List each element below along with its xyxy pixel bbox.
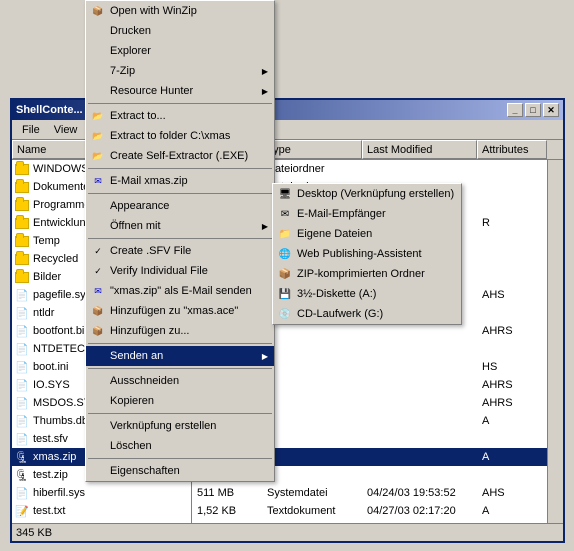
cm-my-documents[interactable]: 📁 Eigene Dateien xyxy=(273,224,461,244)
separator xyxy=(88,413,272,414)
close-button[interactable]: ✕ xyxy=(543,103,559,117)
cm-explorer[interactable]: Explorer xyxy=(86,41,274,61)
folder-icon: 📁 xyxy=(277,226,293,242)
file-icon: 📄 xyxy=(14,395,30,411)
scrollbar[interactable] xyxy=(547,160,563,530)
cm-cut[interactable]: Ausschneiden xyxy=(86,371,274,391)
cm-add-ace[interactable]: 📦 Hinzufügen zu "xmas.ace" xyxy=(86,301,274,321)
verify-icon: ✓ xyxy=(90,263,106,279)
file-icon: 📄 xyxy=(14,485,30,501)
sfv-icon: ✓ xyxy=(90,243,106,259)
separator xyxy=(88,343,272,344)
separator xyxy=(88,168,272,169)
desktop-icon: 🖥 xyxy=(277,186,293,202)
cm-open-with[interactable]: Öffnen mit ▶ xyxy=(86,216,274,236)
zip-folder-icon: 📦 xyxy=(277,266,293,282)
cm-extract-folder[interactable]: 📂 Extract to folder C:\xmas xyxy=(86,126,274,146)
cm-open-winzip[interactable]: 📦 Open with WinZip xyxy=(86,1,274,21)
file-icon: 📄 xyxy=(14,287,30,303)
folder-icon xyxy=(14,215,30,231)
extract-icon: 📂 xyxy=(90,128,106,144)
cm-create-sfv[interactable]: ✓ Create .SFV File xyxy=(86,241,274,261)
table-row: 1,52 KBTextdokument04/27/03 02:17:20A xyxy=(192,502,547,520)
cm-delete[interactable]: Löschen xyxy=(86,436,274,456)
file-icon: 📄 xyxy=(14,341,30,357)
separator xyxy=(88,368,272,369)
folder-icon xyxy=(14,179,30,195)
context-menu-main: 📦 Open with WinZip Drucken Explorer 7-Zi… xyxy=(85,0,275,482)
minimize-button[interactable]: _ xyxy=(507,103,523,117)
list-item[interactable]: 📄 hiberfil.sys xyxy=(12,484,191,502)
file-icon: 📄 xyxy=(14,377,30,393)
col-header-type[interactable]: Type xyxy=(262,140,362,159)
cm-web-publish[interactable]: 🌐 Web Publishing-Assistent xyxy=(273,244,461,264)
zip-icon: 🗜 xyxy=(14,449,30,465)
list-item[interactable]: 📝 test.txt xyxy=(12,502,191,520)
cm-desktop[interactable]: 🖥 Desktop (Verknüpfung erstellen) xyxy=(273,184,461,204)
separator xyxy=(88,238,272,239)
file-icon: 📄 xyxy=(14,413,30,429)
separator xyxy=(88,193,272,194)
col-header-modified[interactable]: Last Modified xyxy=(362,140,477,159)
email-icon: ✉ xyxy=(277,206,293,222)
cm-create-sfx[interactable]: 📂 Create Self-Extractor (.EXE) xyxy=(86,146,274,166)
mail-icon: ✉ xyxy=(90,283,106,299)
file-icon: 📄 xyxy=(14,323,30,339)
file-icon: 📄 xyxy=(14,431,30,447)
submenu-arrow: ▶ xyxy=(262,67,268,76)
cm-cd-drive[interactable]: 💿 CD-Laufwerk (G:) xyxy=(273,304,461,324)
folder-icon xyxy=(14,233,30,249)
cm-email-as[interactable]: ✉ "xmas.zip" als E-Mail senden xyxy=(86,281,274,301)
file-icon: 📄 xyxy=(14,305,30,321)
cm-create-shortcut[interactable]: Verknüpfung erstellen xyxy=(86,416,274,436)
window-title: ShellConte... xyxy=(16,104,83,116)
folder-icon xyxy=(14,161,30,177)
submenu-arrow: ▶ xyxy=(262,222,268,231)
separator xyxy=(88,458,272,459)
status-text: 345 KB xyxy=(16,527,52,539)
folder-icon xyxy=(14,197,30,213)
cm-send-to[interactable]: Senden an ▶ xyxy=(86,346,274,366)
cm-zip-folder[interactable]: 📦 ZIP-komprimierten Ordner xyxy=(273,264,461,284)
sfx-icon: 📂 xyxy=(90,148,106,164)
folder-icon xyxy=(14,269,30,285)
cm-7zip[interactable]: 7-Zip ▶ xyxy=(86,61,274,81)
extract-icon: 📂 xyxy=(90,108,106,124)
cd-icon: 💿 xyxy=(277,306,293,322)
cm-verify[interactable]: ✓ Verify Individual File xyxy=(86,261,274,281)
cm-floppy[interactable]: 💾 3½-Diskette (A:) xyxy=(273,284,461,304)
submenu-arrow: ▶ xyxy=(262,87,268,96)
table-row: 511 MBSystemdatei04/24/03 19:53:52AHS xyxy=(192,484,547,502)
txt-icon: 📝 xyxy=(14,503,30,519)
mail-icon: ✉ xyxy=(90,173,106,189)
cm-email-zip[interactable]: ✉ E-Mail xmas.zip xyxy=(86,171,274,191)
winzip-icon: 📦 xyxy=(90,3,106,19)
cm-print[interactable]: Drucken xyxy=(86,21,274,41)
ace-icon: 📦 xyxy=(90,303,106,319)
floppy-icon: 💾 xyxy=(277,286,293,302)
file-icon: 📄 xyxy=(14,359,30,375)
zip-icon: 🗜 xyxy=(14,467,30,483)
cm-appearance[interactable]: Appearance xyxy=(86,196,274,216)
folder-icon xyxy=(14,251,30,267)
web-icon: 🌐 xyxy=(277,246,293,262)
cm-copy[interactable]: Kopieren xyxy=(86,391,274,411)
context-menu-sendto: 🖥 Desktop (Verknüpfung erstellen) ✉ E-Ma… xyxy=(272,183,462,325)
add-icon: 📦 xyxy=(90,323,106,339)
col-header-attr[interactable]: Attributes xyxy=(477,140,547,159)
submenu-arrow: ▶ xyxy=(262,352,268,361)
menu-file[interactable]: File xyxy=(16,122,46,138)
cm-email-recipient[interactable]: ✉ E-Mail-Empfänger xyxy=(273,204,461,224)
cm-add-to[interactable]: 📦 Hinzufügen zu... xyxy=(86,321,274,341)
cm-properties[interactable]: Eigenschaften xyxy=(86,461,274,481)
separator xyxy=(88,103,272,104)
menu-view[interactable]: View xyxy=(48,122,84,138)
cm-extract-to[interactable]: 📂 Extract to... xyxy=(86,106,274,126)
maximize-button[interactable]: □ xyxy=(525,103,541,117)
title-bar-buttons: _ □ ✕ xyxy=(507,103,559,117)
status-bar: 345 KB xyxy=(12,523,563,541)
cm-resource-hunter[interactable]: Resource Hunter ▶ xyxy=(86,81,274,101)
